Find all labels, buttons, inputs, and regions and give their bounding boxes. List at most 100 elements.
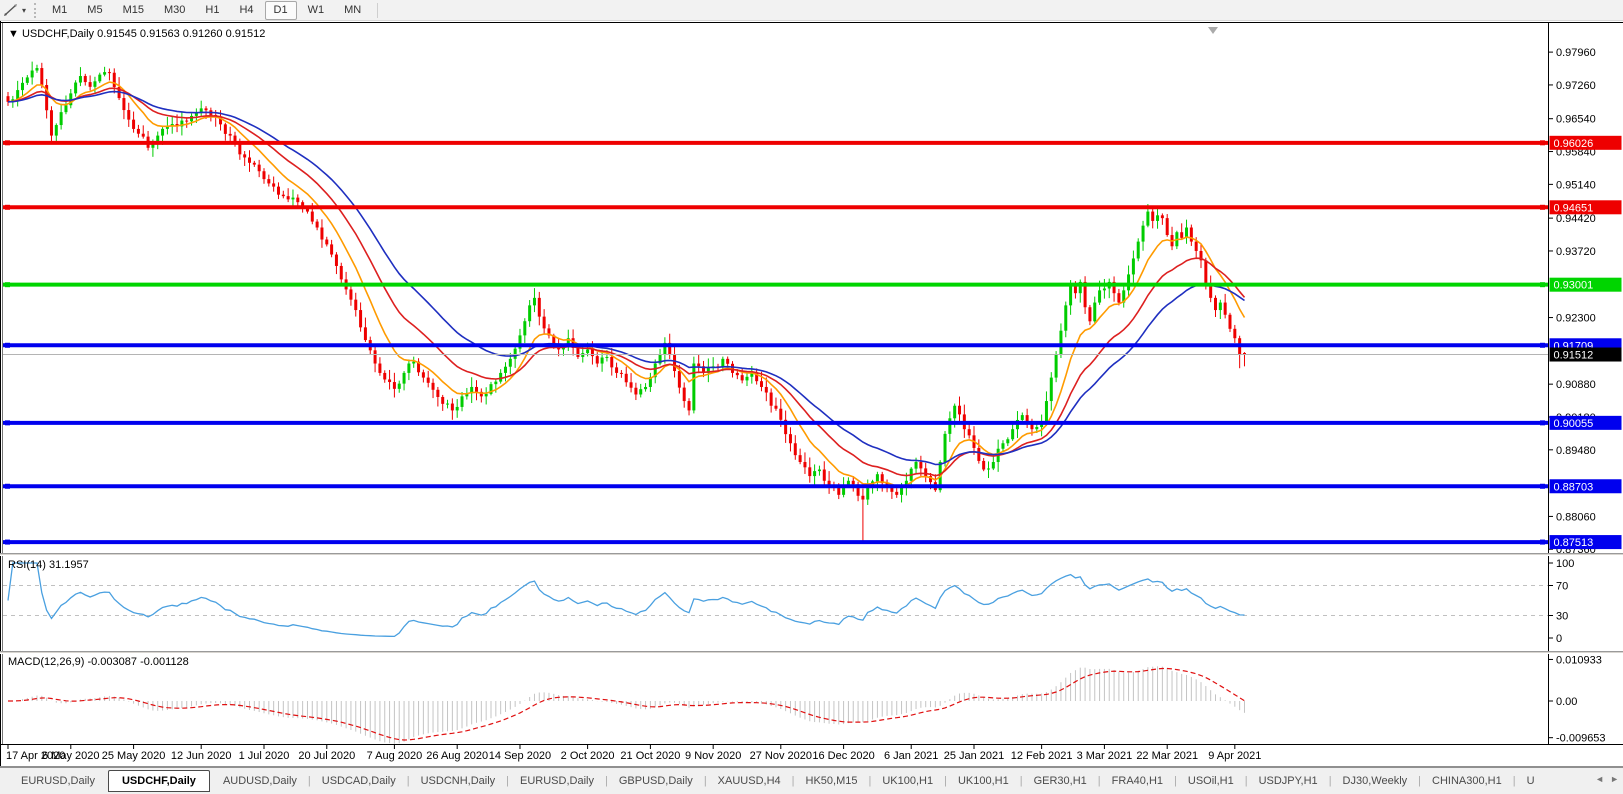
timeframe-button-MN[interactable]: MN [335, 1, 370, 20]
timeframe-button-M30[interactable]: M30 [155, 1, 194, 20]
date-label: 21 Oct 2020 [620, 750, 680, 762]
hline-price-label-0.93001[interactable]: 0.93001 [1549, 277, 1622, 292]
price-tick-0.90880: 0.90880 [1556, 379, 1596, 391]
tab-scroll-right-icon[interactable]: ► [1610, 774, 1619, 784]
hline-left-handle[interactable] [5, 282, 10, 288]
timeframe-buttons: M1 M5 M15 M30 H1 H4 D1 W1 MN [42, 0, 371, 20]
timeframe-button-W1[interactable]: W1 [299, 1, 334, 20]
hline-0.94651[interactable] [3, 204, 1548, 210]
date-label: 25 Jan 2021 [944, 750, 1005, 762]
chart-tab-DJ30-Weekly[interactable]: DJ30,Weekly [1332, 771, 1419, 791]
chart-tab-EURUSD-Daily[interactable]: EURUSD,Daily [10, 771, 106, 791]
hline-0.91709[interactable] [3, 342, 1548, 348]
hline-left-handle[interactable] [5, 342, 10, 348]
chart-canvas[interactable]: 100 70 30 0 0.010933 0.00 -0.009653 0.97960 0.… [0, 21, 1623, 767]
timeframe-button-M5[interactable]: M5 [78, 1, 111, 20]
date-label: 25 May 2020 [102, 750, 166, 762]
hline-price-label-0.96026[interactable]: 0.96026 [1549, 135, 1622, 150]
chart-tab-EURUSD-Daily[interactable]: EURUSD,Daily [509, 771, 605, 791]
hline-right-handle[interactable] [1540, 204, 1545, 210]
hline-0.88703[interactable] [3, 483, 1548, 489]
hline-price-label-0.90055[interactable]: 0.90055 [1549, 415, 1622, 430]
timeframe-button-M15[interactable]: M15 [114, 1, 153, 20]
chart-tab-bar: EURUSD,Daily USDCHF,Daily AUDUSD,Daily | USD… [0, 767, 1623, 794]
rsi-tick-100: 100 [1556, 558, 1574, 570]
hline-right-handle[interactable] [1540, 140, 1545, 146]
svg-text:0.94651: 0.94651 [1554, 202, 1594, 214]
hline-price-label-0.87513[interactable]: 0.87513 [1549, 535, 1622, 550]
hline-left-handle[interactable] [5, 140, 10, 146]
chart-tab-FRA40-H1[interactable]: FRA40,H1 [1101, 771, 1174, 791]
cursor-tool-button[interactable]: ▾ [0, 0, 30, 20]
chart-tab-U[interactable]: U [1516, 771, 1546, 791]
hline-right-handle[interactable] [1540, 342, 1545, 348]
price-tick-0.88060: 0.88060 [1556, 511, 1596, 523]
hline-right-handle[interactable] [1540, 420, 1545, 426]
chart-tab-USDJPY-H1[interactable]: USDJPY,H1 [1248, 771, 1329, 791]
hline-left-handle[interactable] [5, 204, 10, 210]
hline-0.87513[interactable] [3, 539, 1548, 545]
rsi-indicator-label: RSI(14) 31.1957 [8, 559, 89, 571]
chart-tab-UK100-H1[interactable]: UK100,H1 [947, 771, 1020, 791]
mt4-terminal: ▾ M1 M5 M15 M30 H1 H4 D1 W1 MN 100 70 30 0 0.010933… [0, 0, 1623, 794]
date-label: 6 May 2020 [42, 750, 99, 762]
price-tick-0.96540: 0.96540 [1556, 114, 1596, 126]
chart-tab-HK50-M15[interactable]: HK50,M15 [795, 771, 869, 791]
chart-tab-AUDUSD-Daily[interactable]: AUDUSD,Daily [212, 771, 308, 791]
hline-left-handle[interactable] [5, 539, 10, 545]
hline-price-label-0.88703[interactable]: 0.88703 [1549, 479, 1622, 494]
chart-title: ▼ USDCHF,Daily 0.91545 0.91563 0.91260 0… [8, 28, 265, 40]
chart-tab-USDCHF-Daily[interactable]: USDCHF,Daily [107, 770, 210, 792]
chart-tab-CHINA300-H1[interactable]: CHINA300,H1 [1421, 771, 1513, 791]
price-tick-0.89480: 0.89480 [1556, 445, 1596, 457]
chart-tab-UK100-H1[interactable]: UK100,H1 [871, 771, 944, 791]
date-label: 14 Sep 2020 [489, 750, 551, 762]
date-label: 12 Feb 2021 [1011, 750, 1073, 762]
date-label: 27 Nov 2020 [750, 750, 812, 762]
hline-right-handle[interactable] [1540, 282, 1545, 288]
rsi-tick-0: 0 [1556, 633, 1562, 645]
hline-0.93001[interactable] [3, 282, 1548, 288]
date-label: 3 Mar 2021 [1077, 750, 1133, 762]
date-label: 1 Jul 2020 [239, 750, 290, 762]
hline-0.90055[interactable] [3, 420, 1548, 426]
tool-dropdown-caret-icon[interactable]: ▾ [22, 6, 26, 15]
toolbar-grip-handle[interactable] [34, 2, 37, 18]
hline-right-handle[interactable] [1540, 483, 1545, 489]
chart-background [0, 21, 1623, 767]
hline-0.96026[interactable] [3, 140, 1548, 146]
tab-scroll-left-icon[interactable]: ◄ [1595, 774, 1604, 784]
current-price-label[interactable]: 0.91512 [1549, 347, 1622, 362]
hline-left-handle[interactable] [5, 420, 10, 426]
rsi-tick-70: 70 [1556, 581, 1568, 593]
date-label: 9 Nov 2020 [685, 750, 741, 762]
trendline-tool-icon [4, 4, 17, 16]
price-tick-0.97960: 0.97960 [1556, 47, 1596, 59]
price-tick-0.97260: 0.97260 [1556, 80, 1596, 92]
timeframe-button-H4[interactable]: H4 [230, 1, 262, 20]
timeframe-button-D1[interactable]: D1 [264, 0, 297, 20]
macd-indicator-label: MACD(12,26,9) -0.003087 -0.001128 [8, 656, 189, 668]
chart-tab-USDCNH-Daily[interactable]: USDCNH,Daily [410, 771, 507, 791]
hline-right-handle[interactable] [1540, 539, 1545, 545]
date-label: 26 Aug 2020 [426, 750, 488, 762]
toolbar-separator [377, 2, 379, 18]
chart-tab-XAUUSD-H4[interactable]: XAUUSD,H4 [707, 771, 792, 791]
chart-tab-USDCAD-Daily[interactable]: USDCAD,Daily [311, 771, 407, 791]
svg-text:0.87513: 0.87513 [1554, 537, 1594, 549]
timeframe-button-H1[interactable]: H1 [196, 1, 228, 20]
price-tick-0.95140: 0.95140 [1556, 179, 1596, 191]
tab-scroll-buttons: ◄ ► [1589, 774, 1619, 784]
date-label: 12 Jun 2020 [171, 750, 232, 762]
macd-tick-0.00: 0.00 [1556, 696, 1577, 708]
chart-tab-GER30-H1[interactable]: GER30,H1 [1023, 771, 1098, 791]
date-label: 9 Apr 2021 [1208, 750, 1261, 762]
timeframe-button-M1[interactable]: M1 [43, 1, 76, 20]
chart-tab-GBPUSD-Daily[interactable]: GBPUSD,Daily [608, 771, 704, 791]
rsi-tick-30: 30 [1556, 611, 1568, 623]
chart-tab-USOil-H1[interactable]: USOil,H1 [1177, 771, 1245, 791]
hline-price-label-0.94651[interactable]: 0.94651 [1549, 200, 1622, 215]
price-tick-0.94420: 0.94420 [1556, 213, 1596, 225]
hline-left-handle[interactable] [5, 483, 10, 489]
date-label: 7 Aug 2020 [367, 750, 423, 762]
